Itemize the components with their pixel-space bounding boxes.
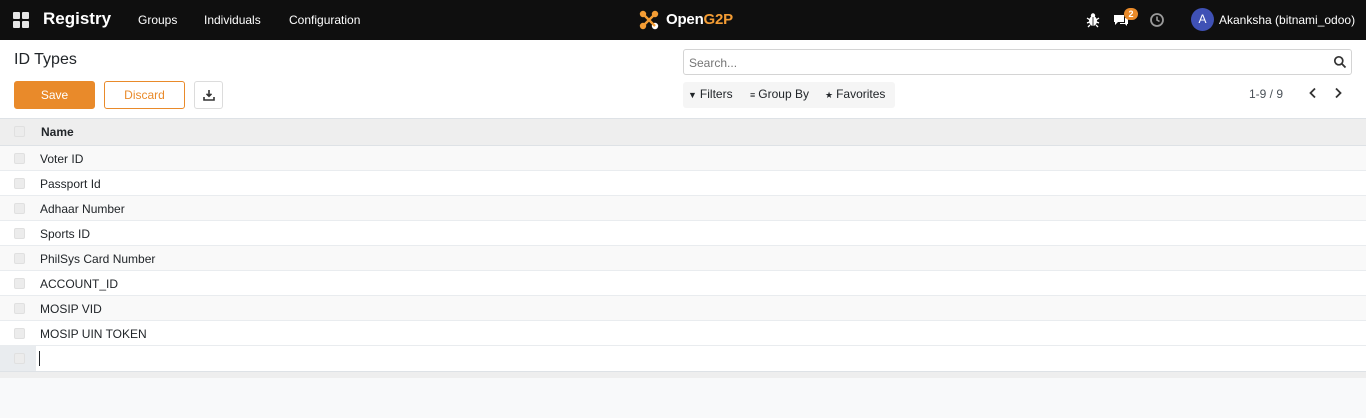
list-icon: ≡ xyxy=(750,90,756,100)
row-name: PhilSys Card Number xyxy=(40,252,156,266)
row-name: Sports ID xyxy=(40,227,91,241)
row-checkbox[interactable] xyxy=(14,328,25,339)
menu-groups[interactable]: Groups xyxy=(138,13,177,27)
search-input[interactable] xyxy=(689,56,1309,70)
openg2p-mark-icon xyxy=(639,10,659,30)
search-options: ▼ Filters ≡ Group By ★ Favorites xyxy=(683,82,895,108)
star-icon: ★ xyxy=(825,90,834,100)
row-name: MOSIP VID xyxy=(40,302,102,316)
table-row[interactable]: MOSIP UIN TOKEN xyxy=(0,321,1366,346)
new-row-editor[interactable] xyxy=(0,346,1366,372)
search-icon[interactable] xyxy=(1333,55,1347,69)
groupby-toggle[interactable]: ≡ Group By xyxy=(750,87,809,101)
table-row[interactable]: ACCOUNT_ID xyxy=(0,271,1366,296)
favorites-toggle[interactable]: ★ Favorites xyxy=(825,87,885,101)
row-checkbox[interactable] xyxy=(14,203,25,214)
table-footer xyxy=(0,372,1366,378)
table-body: Voter ID Passport Id Adhaar Number Sport… xyxy=(0,146,1366,346)
table-row[interactable]: Adhaar Number xyxy=(0,196,1366,221)
row-checkbox[interactable] xyxy=(14,278,25,289)
row-checkbox[interactable] xyxy=(14,303,25,314)
pager-value[interactable]: 1-9 / 9 xyxy=(1249,87,1283,101)
menu-configuration[interactable]: Configuration xyxy=(289,13,360,27)
save-button[interactable]: Save xyxy=(14,81,95,109)
filter-icon: ▼ xyxy=(688,90,697,100)
app-name[interactable]: Registry xyxy=(43,9,111,29)
logo-text: OpenG2P xyxy=(666,11,733,28)
control-panel: ID Types Save Discard ▼Filters ≡Group By… xyxy=(0,40,1366,118)
column-header-name[interactable]: Name xyxy=(41,125,74,139)
row-checkbox[interactable] xyxy=(14,228,25,239)
bug-icon[interactable] xyxy=(1084,11,1102,29)
new-row-checkbox[interactable] xyxy=(14,353,25,364)
avatar[interactable]: A xyxy=(1191,8,1214,31)
row-name: Voter ID xyxy=(40,152,84,166)
table-row[interactable]: Sports ID xyxy=(0,221,1366,246)
chevron-right-icon[interactable] xyxy=(1331,86,1345,100)
row-checkbox[interactable] xyxy=(14,253,25,264)
table-header: Name xyxy=(0,118,1366,146)
text-cursor xyxy=(39,351,40,366)
search-bar xyxy=(683,49,1352,75)
select-all-checkbox[interactable] xyxy=(14,126,25,137)
table-row[interactable]: PhilSys Card Number xyxy=(0,246,1366,271)
download-icon xyxy=(202,90,215,101)
download-button[interactable] xyxy=(194,81,223,109)
menu-individuals[interactable]: Individuals xyxy=(204,13,261,27)
top-navbar: Registry Groups Individuals Configuratio… xyxy=(0,0,1366,40)
notification-badge: 2 xyxy=(1124,8,1138,20)
apps-grid-icon[interactable] xyxy=(13,12,29,28)
row-name: Adhaar Number xyxy=(40,202,125,216)
discard-button[interactable]: Discard xyxy=(104,81,185,109)
user-name[interactable]: Akanksha (bitnami_odoo) xyxy=(1219,13,1355,27)
row-checkbox[interactable] xyxy=(14,153,25,164)
clock-icon[interactable] xyxy=(1148,11,1166,29)
table-row[interactable]: Passport Id xyxy=(0,171,1366,196)
row-name: MOSIP UIN TOKEN xyxy=(40,327,147,341)
filters-toggle[interactable]: ▼ Filters xyxy=(688,87,733,101)
row-checkbox[interactable] xyxy=(14,178,25,189)
row-name: ACCOUNT_ID xyxy=(40,277,119,291)
page-title: ID Types xyxy=(14,51,77,68)
row-name: Passport Id xyxy=(40,177,101,191)
table-row[interactable]: MOSIP VID xyxy=(0,296,1366,321)
id-types-table: Name Voter ID Passport Id Adhaar Number … xyxy=(0,118,1366,378)
openg2p-logo: OpenG2P xyxy=(636,8,733,32)
chevron-left-icon[interactable] xyxy=(1306,86,1320,100)
table-row[interactable]: Voter ID xyxy=(0,146,1366,171)
